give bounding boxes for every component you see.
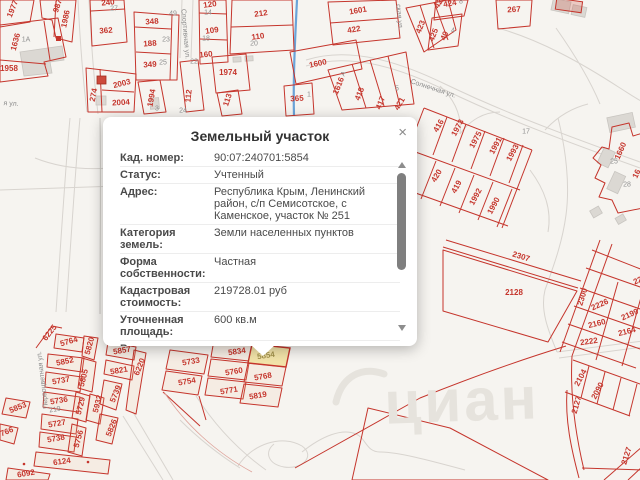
popup-body: Кад. номер:90:07:240701:5854 Статус:Учте… bbox=[103, 150, 417, 346]
field-label: Уточненная площадь: bbox=[120, 314, 214, 338]
field-row: Кад. номер:90:07:240701:5854 bbox=[120, 150, 400, 167]
cadastral-map[interactable]: 1977987198616361958240362348188349160109… bbox=[0, 0, 640, 480]
field-value: Земли населенных пунктов bbox=[214, 227, 400, 251]
water-line bbox=[294, 0, 297, 116]
field-label: Разрешенное bbox=[120, 343, 214, 346]
field-value: 600 кв.м bbox=[214, 314, 400, 338]
field-label: Кад. номер: bbox=[120, 152, 214, 164]
field-value: Учтенный bbox=[214, 169, 400, 181]
close-icon[interactable]: × bbox=[396, 123, 409, 142]
parcel-info-popup: Земельный участок × Кад. номер:90:07:240… bbox=[103, 117, 417, 346]
field-row: Адрес:Республика Крым, Ленинский район, … bbox=[120, 184, 400, 225]
scroll-down-icon[interactable] bbox=[398, 325, 406, 331]
field-label: Адрес: bbox=[120, 186, 214, 222]
popup-title: Земельный участок bbox=[103, 117, 417, 144]
field-row: Кадастровая стоимость:219728.01 руб bbox=[120, 283, 400, 312]
field-value bbox=[214, 343, 400, 346]
field-row: Статус:Учтенный bbox=[120, 167, 400, 184]
scroll-thumb[interactable] bbox=[397, 173, 406, 270]
field-row: Форма собственности:Частная bbox=[120, 254, 400, 283]
field-value: Республика Крым, Ленинский район, с/п Се… bbox=[214, 186, 400, 222]
field-value: 219728.01 руб bbox=[214, 285, 400, 309]
popup-scrollbar[interactable] bbox=[397, 162, 407, 331]
scroll-up-icon[interactable] bbox=[398, 162, 406, 168]
field-value: 90:07:240701:5854 bbox=[214, 152, 400, 164]
field-row: Категория земель:Земли населенных пункто… bbox=[120, 225, 400, 254]
field-value: Частная bbox=[214, 256, 400, 280]
popup-pointer bbox=[251, 345, 275, 356]
field-label: Статус: bbox=[120, 169, 214, 181]
field-row: Уточненная площадь:600 кв.м bbox=[120, 312, 400, 341]
field-label: Форма собственности: bbox=[120, 256, 214, 280]
parcel-cluster-58xx bbox=[0, 326, 286, 480]
field-label: Категория земель: bbox=[120, 227, 214, 251]
field-label: Кадастровая стоимость: bbox=[120, 285, 214, 309]
